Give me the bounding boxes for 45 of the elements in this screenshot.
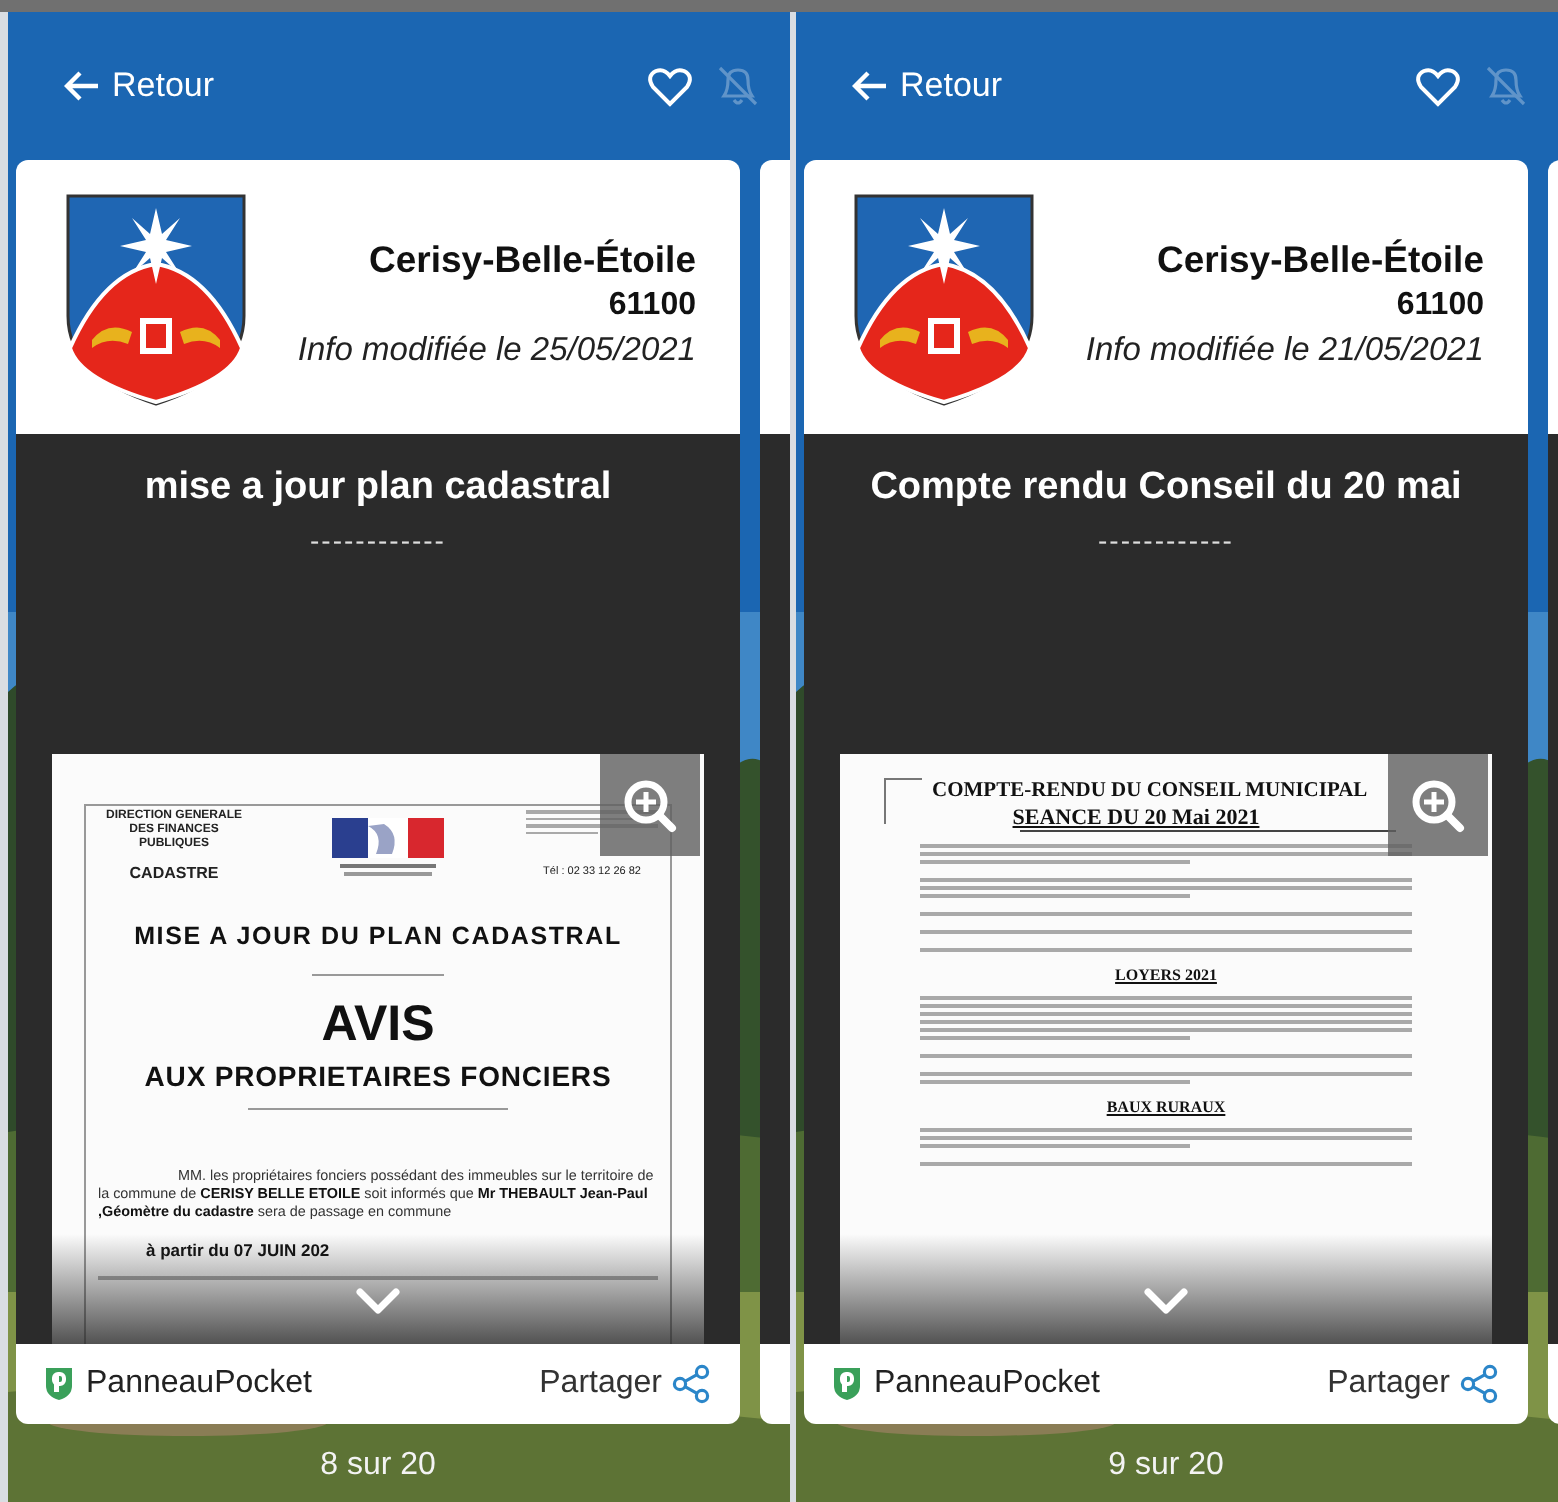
share-button[interactable]: Partager xyxy=(1327,1364,1500,1404)
modified-date: Info modifiée le 25/05/2021 xyxy=(295,330,696,372)
back-button[interactable]: Retour xyxy=(64,66,215,106)
department-text: CADASTRE xyxy=(127,864,221,882)
minutes-subtitle: SEANCE DU 20 Mai 2021 xyxy=(1010,806,1262,830)
post-title: mise a jour plan cadastral xyxy=(144,464,612,512)
share-icon xyxy=(672,1364,712,1404)
shield-logo-icon xyxy=(832,1366,862,1402)
notice-title: AVIS xyxy=(319,996,437,1052)
notice-subtitle: AUX PROPRIETAIRES FONCIERS xyxy=(142,1060,614,1092)
arrow-left-icon xyxy=(64,70,100,102)
heading-text: MISE A JOUR DU PLAN CADASTRAL xyxy=(132,922,624,950)
heart-icon[interactable] xyxy=(646,64,694,108)
chevron-down-icon[interactable] xyxy=(356,1288,400,1316)
page-corner-mark xyxy=(884,778,922,824)
separator-text: ------------ xyxy=(310,524,446,556)
share-button[interactable]: Partager xyxy=(539,1364,712,1404)
shield-logo-icon xyxy=(44,1366,74,1402)
section-heading: BAUX RURAUX xyxy=(1104,1098,1228,1116)
coat-of-arms-icon xyxy=(64,192,248,408)
date-text: à partir du 07 JUIN 202 xyxy=(146,1240,332,1260)
zoom-button[interactable] xyxy=(1388,754,1488,856)
back-button[interactable]: Retour xyxy=(852,66,1003,106)
coat-of-arms-icon xyxy=(852,192,1036,408)
zoom-button[interactable] xyxy=(600,754,700,856)
republic-logo-icon xyxy=(332,818,444,878)
heart-icon[interactable] xyxy=(1414,64,1462,108)
zoom-in-icon xyxy=(1410,777,1466,833)
postcode-text: 61100 xyxy=(606,286,696,326)
source-name: PanneauPocket xyxy=(874,1366,1100,1402)
arrow-left-icon xyxy=(852,70,888,102)
chevron-down-icon[interactable] xyxy=(1144,1288,1188,1316)
page-counter: 9 sur 20 xyxy=(1106,1448,1226,1484)
modified-date: Info modifiée le 21/05/2021 xyxy=(1083,330,1484,372)
post-title: Compte rendu Conseil du 20 mai xyxy=(870,464,1462,512)
page-counter: 8 sur 20 xyxy=(318,1448,438,1484)
separator-text: ------------ xyxy=(1098,524,1234,556)
minutes-title: COMPTE-RENDU DU CONSEIL MUNICIPAL xyxy=(932,778,1368,806)
section-heading: LOYERS 2021 xyxy=(1113,966,1219,984)
source-name: PanneauPocket xyxy=(86,1366,312,1402)
postcode-text: 61100 xyxy=(1394,286,1484,326)
town-name: Cerisy-Belle-Étoile xyxy=(367,236,696,284)
town-name: Cerisy-Belle-Étoile xyxy=(1155,236,1484,284)
share-icon xyxy=(1460,1364,1500,1404)
zoom-in-icon xyxy=(622,777,678,833)
